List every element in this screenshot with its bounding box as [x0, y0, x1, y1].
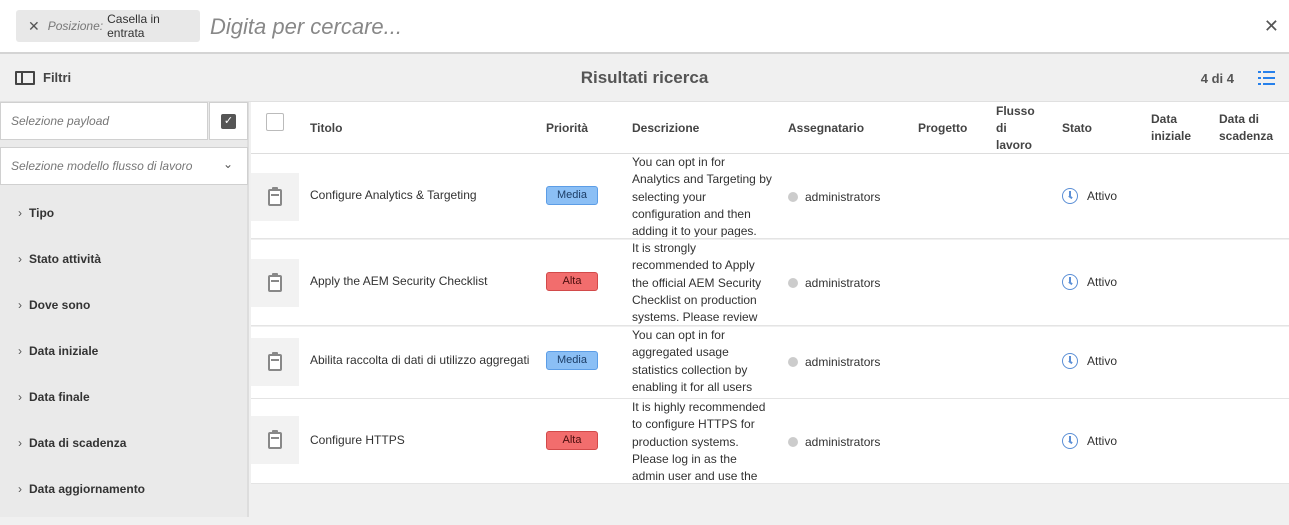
row-title[interactable]: Abilita raccolta di dati di utilizzo agg…: [310, 353, 529, 367]
row-description: You can opt in for Analytics and Targeti…: [632, 155, 772, 237]
filter-label: Dove sono: [29, 298, 91, 312]
header-assignee[interactable]: Assegnatario: [788, 120, 864, 137]
row-assignee: administrators: [788, 276, 880, 290]
table-row[interactable]: Abilita raccolta di dati di utilizzo agg…: [251, 327, 1289, 399]
header-start-date[interactable]: Data iniziale: [1151, 111, 1195, 145]
row-title[interactable]: Apply the AEM Security Checklist: [310, 274, 487, 288]
clock-icon: [1062, 188, 1078, 204]
action-bar: Filtri Risultati ricerca 4 di 4: [0, 54, 1289, 102]
header-workflow[interactable]: Flusso di lavoro: [996, 103, 1040, 154]
header-project[interactable]: Progetto: [918, 120, 967, 137]
priority-badge: Media: [546, 186, 598, 205]
clock-icon: [1062, 353, 1078, 369]
task-clipboard-icon: [251, 338, 299, 386]
row-assignee: administrators: [788, 355, 880, 369]
status-text: Attivo: [1087, 189, 1118, 203]
row-status: Attivo: [1062, 274, 1117, 290]
chevron-down-icon: ⌄: [222, 157, 233, 171]
row-title[interactable]: Configure HTTPS: [310, 433, 405, 447]
assignee-name: administrators: [805, 355, 881, 369]
tag-value: Casella in entrata: [107, 12, 160, 40]
location-tag[interactable]: ✕ Posizione: Casella in entrata: [16, 10, 200, 42]
workflow-model-placeholder: Selezione modello flusso di lavoro: [11, 159, 193, 173]
payload-select-button[interactable]: ✓: [209, 102, 248, 140]
header-description[interactable]: Descrizione: [632, 120, 699, 137]
assignee-name: administrators: [805, 276, 881, 290]
chevron-right-icon: ›: [18, 298, 22, 312]
row-description: You can opt in for aggregated usage stat…: [632, 328, 753, 394]
checkmark-icon: ✓: [221, 113, 236, 129]
priority-badge: Alta: [546, 272, 598, 291]
clock-icon: [1062, 433, 1078, 449]
chevron-right-icon: ›: [18, 344, 22, 358]
header-priority[interactable]: Priorità: [546, 120, 588, 137]
priority-badge: Media: [546, 351, 598, 370]
header-title[interactable]: Titolo: [310, 120, 342, 137]
table-row[interactable]: Configure Analytics & Targeting Media Yo…: [251, 154, 1289, 239]
header-status[interactable]: Stato: [1062, 120, 1092, 137]
filter-data-aggiornamento[interactable]: › Data aggiornamento: [0, 479, 248, 525]
chevron-right-icon: ›: [18, 436, 22, 450]
filter-stato-attivita[interactable]: › Stato attività: [0, 249, 248, 295]
filters-sidebar: Selezione payload ✓ Selezione modello fl…: [0, 102, 249, 517]
row-assignee: administrators: [788, 190, 880, 204]
avatar: [788, 278, 798, 288]
row-title[interactable]: Configure Analytics & Targeting: [310, 188, 477, 202]
chevron-right-icon: ›: [18, 390, 22, 404]
clock-icon: [1062, 274, 1078, 290]
close-icon[interactable]: ✕: [1264, 16, 1279, 36]
filter-tipo[interactable]: › Tipo: [0, 203, 248, 249]
priority-badge: Alta: [546, 431, 598, 450]
row-assignee: administrators: [788, 435, 880, 449]
row-description: It is strongly recommended to Apply the …: [632, 241, 762, 324]
tag-key: Posizione:: [47, 19, 104, 33]
avatar: [788, 357, 798, 367]
avatar: [788, 437, 798, 447]
filter-label: Data finale: [29, 390, 90, 404]
status-text: Attivo: [1087, 434, 1118, 448]
results-table: Titolo Priorità Descrizione Assegnatario…: [251, 102, 1289, 517]
select-all-checkbox[interactable]: [266, 113, 284, 131]
task-clipboard-icon: [251, 259, 299, 307]
payload-field[interactable]: Selezione payload: [0, 102, 208, 140]
status-text: Attivo: [1087, 275, 1118, 289]
table-header: Titolo Priorità Descrizione Assegnatario…: [251, 102, 1289, 154]
filter-data-iniziale[interactable]: › Data iniziale: [0, 341, 248, 387]
filter-label: Data iniziale: [29, 344, 99, 358]
assignee-name: administrators: [805, 435, 881, 449]
chevron-right-icon: ›: [18, 482, 22, 496]
filter-dove-sono[interactable]: › Dove sono: [0, 295, 248, 341]
filter-label: Tipo: [29, 206, 55, 220]
search-input[interactable]: Digita per cercare...: [210, 12, 402, 42]
assignee-name: administrators: [805, 190, 881, 204]
search-bar: ✕ Posizione: Casella in entrata Digita p…: [0, 0, 1289, 54]
table-row[interactable]: Configure HTTPS Alta It is highly recomm…: [251, 399, 1289, 484]
chevron-right-icon: ›: [18, 206, 22, 220]
table-row[interactable]: Apply the AEM Security Checklist Alta It…: [251, 240, 1289, 326]
filter-data-finale[interactable]: › Data finale: [0, 387, 248, 433]
avatar: [788, 192, 798, 202]
status-text: Attivo: [1087, 354, 1118, 368]
task-clipboard-icon: [251, 416, 299, 464]
filter-label: Data aggiornamento: [29, 482, 146, 496]
results-count: 4 di 4: [1200, 71, 1234, 86]
row-status: Attivo: [1062, 188, 1117, 204]
page-title: Risultati ricerca: [580, 68, 709, 87]
row-status: Attivo: [1062, 433, 1117, 449]
row-status: Attivo: [1062, 353, 1117, 369]
chevron-right-icon: ›: [18, 252, 22, 266]
close-icon[interactable]: ✕: [28, 19, 40, 33]
workflow-model-select[interactable]: Selezione modello flusso di lavoro ⌄: [0, 147, 248, 185]
list-view-icon[interactable]: [1258, 70, 1275, 86]
row-description: It is highly recommended to configure HT…: [632, 400, 766, 483]
filter-label: Data di scadenza: [29, 436, 127, 450]
filter-label: Stato attività: [29, 252, 102, 266]
task-clipboard-icon: [251, 173, 299, 221]
filter-data-scadenza[interactable]: › Data di scadenza: [0, 433, 248, 479]
header-due-date[interactable]: Data di scadenza: [1219, 111, 1279, 145]
